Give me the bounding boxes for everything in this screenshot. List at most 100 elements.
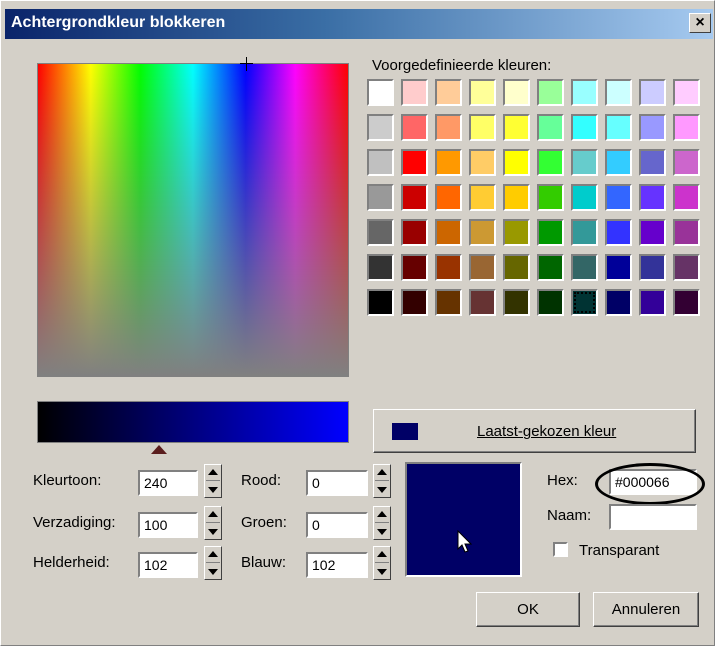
palette-swatch[interactable]	[571, 219, 598, 246]
palette-swatch[interactable]	[673, 114, 700, 141]
red-field[interactable]: 0	[306, 470, 368, 496]
palette-swatch[interactable]	[639, 219, 666, 246]
red-spinner[interactable]	[373, 464, 391, 498]
palette-swatch[interactable]	[367, 219, 394, 246]
palette-swatch[interactable]	[639, 149, 666, 176]
palette-swatch[interactable]	[401, 184, 428, 211]
palette-swatch[interactable]	[503, 79, 530, 106]
palette-swatch[interactable]	[571, 254, 598, 281]
palette-swatch[interactable]	[537, 79, 564, 106]
palette-swatch[interactable]	[435, 184, 462, 211]
green-spinner[interactable]	[373, 506, 391, 540]
palette-swatch[interactable]	[435, 289, 462, 316]
luminance-bar[interactable]	[37, 401, 349, 443]
palette-swatch[interactable]	[503, 184, 530, 211]
palette-swatch[interactable]	[605, 79, 632, 106]
close-button[interactable]: ×	[689, 13, 711, 33]
green-label: Groen:	[241, 514, 287, 531]
palette-swatch[interactable]	[605, 289, 632, 316]
palette-swatch[interactable]	[537, 254, 564, 281]
palette-swatch[interactable]	[571, 149, 598, 176]
saturation-spinner[interactable]	[204, 506, 222, 540]
palette-swatch[interactable]	[367, 184, 394, 211]
brightness-field[interactable]: 102	[138, 552, 198, 578]
transparent-checkbox[interactable]	[553, 542, 568, 557]
palette-swatch[interactable]	[639, 289, 666, 316]
palette-swatch[interactable]	[605, 149, 632, 176]
palette-swatch[interactable]	[469, 184, 496, 211]
predefined-color-grid	[367, 79, 700, 316]
ok-button[interactable]: OK	[476, 592, 580, 627]
spectrum-crosshair	[246, 57, 247, 71]
palette-swatch[interactable]	[401, 219, 428, 246]
palette-swatch[interactable]	[367, 289, 394, 316]
palette-swatch[interactable]	[571, 114, 598, 141]
palette-swatch[interactable]	[571, 184, 598, 211]
palette-swatch[interactable]	[639, 254, 666, 281]
palette-swatch[interactable]	[571, 79, 598, 106]
palette-swatch[interactable]	[537, 184, 564, 211]
palette-swatch[interactable]	[435, 254, 462, 281]
palette-swatch[interactable]	[469, 149, 496, 176]
palette-swatch[interactable]	[469, 114, 496, 141]
palette-swatch[interactable]	[673, 79, 700, 106]
palette-swatch[interactable]	[367, 149, 394, 176]
palette-swatch[interactable]	[503, 219, 530, 246]
palette-swatch[interactable]	[639, 79, 666, 106]
palette-swatch[interactable]	[673, 219, 700, 246]
palette-swatch[interactable]	[401, 79, 428, 106]
luminance-slider-arrow[interactable]	[151, 445, 167, 454]
hue-field[interactable]: 240	[138, 470, 198, 496]
palette-swatch[interactable]	[367, 114, 394, 141]
palette-swatch[interactable]	[503, 289, 530, 316]
brightness-spinner[interactable]	[204, 546, 222, 580]
palette-swatch[interactable]	[401, 254, 428, 281]
palette-swatch[interactable]	[401, 114, 428, 141]
palette-swatch[interactable]	[469, 79, 496, 106]
palette-swatch[interactable]	[435, 219, 462, 246]
palette-swatch[interactable]	[537, 149, 564, 176]
palette-swatch[interactable]	[469, 254, 496, 281]
palette-swatch[interactable]	[673, 289, 700, 316]
palette-swatch[interactable]	[605, 254, 632, 281]
last-color-button[interactable]: Laatst-gekozen kleur	[373, 409, 696, 453]
palette-swatch[interactable]	[639, 114, 666, 141]
palette-swatch[interactable]	[673, 184, 700, 211]
palette-swatch[interactable]	[469, 289, 496, 316]
blue-label: Blauw:	[241, 554, 287, 571]
mouse-cursor-icon	[457, 530, 473, 553]
palette-swatch[interactable]	[435, 149, 462, 176]
palette-label: Voorgedefinieerde kleuren:	[372, 57, 552, 74]
palette-swatch[interactable]	[503, 149, 530, 176]
cancel-button[interactable]: Annuleren	[593, 592, 699, 627]
palette-swatch[interactable]	[537, 114, 564, 141]
palette-swatch[interactable]	[605, 219, 632, 246]
green-field[interactable]: 0	[306, 512, 368, 538]
palette-swatch[interactable]	[605, 114, 632, 141]
saturation-field[interactable]: 100	[138, 512, 198, 538]
hue-spinner[interactable]	[204, 464, 222, 498]
palette-swatch[interactable]	[435, 79, 462, 106]
blue-field[interactable]: 102	[306, 552, 368, 578]
palette-swatch[interactable]	[537, 219, 564, 246]
palette-swatch[interactable]	[401, 149, 428, 176]
palette-swatch[interactable]	[435, 114, 462, 141]
palette-swatch[interactable]	[367, 79, 394, 106]
palette-swatch[interactable]	[571, 289, 598, 316]
palette-swatch[interactable]	[503, 114, 530, 141]
palette-swatch[interactable]	[639, 184, 666, 211]
blue-spinner[interactable]	[373, 546, 391, 580]
palette-swatch[interactable]	[503, 254, 530, 281]
name-field[interactable]	[609, 504, 697, 530]
palette-swatch[interactable]	[673, 149, 700, 176]
palette-swatch[interactable]	[469, 219, 496, 246]
palette-swatch[interactable]	[673, 254, 700, 281]
palette-swatch[interactable]	[401, 289, 428, 316]
palette-swatch[interactable]	[367, 254, 394, 281]
color-preview	[405, 462, 522, 577]
palette-swatch[interactable]	[605, 184, 632, 211]
last-color-swatch	[392, 423, 418, 440]
palette-swatch[interactable]	[537, 289, 564, 316]
color-spectrum[interactable]	[37, 63, 349, 377]
title-bar: Achtergrondkleur blokkeren ×	[5, 9, 713, 39]
